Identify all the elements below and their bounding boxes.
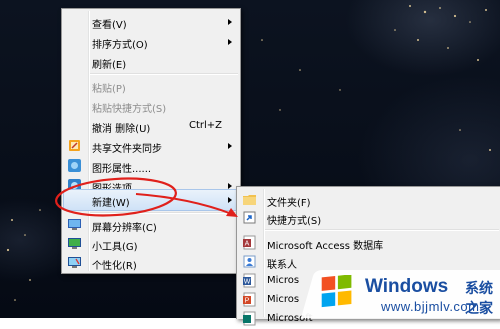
svg-text:W: W: [244, 279, 251, 286]
menu-item-label: 小工具(G): [92, 242, 138, 253]
submenu-item-label: Micros: [267, 275, 300, 286]
desktop-context-menu: 查看(V) 排序方式(O) 刷新(E) 粘贴(P) 粘贴快捷方式(S) 撤消 删…: [61, 8, 241, 274]
submenu-item-label: Microsoft Access 数据库: [267, 241, 384, 252]
powerpoint-icon: P: [243, 292, 256, 307]
windows-logo-icon: [321, 275, 352, 308]
menu-item-label: 新建(W): [92, 198, 130, 209]
contact-icon: [243, 255, 256, 268]
menu-item-label: 查看(V): [92, 20, 127, 31]
menu-item-gadgets[interactable]: 小工具(G): [64, 234, 238, 254]
menu-item-label: 排序方式(O): [92, 40, 148, 51]
menu-separator: [90, 73, 238, 75]
menu-item-label: 屏幕分辨率(C): [92, 223, 157, 234]
menu-item-undo-delete[interactable]: 撤消 删除(U) Ctrl+Z: [64, 116, 238, 136]
svg-text:P: P: [245, 298, 250, 305]
menu-separator: [90, 212, 238, 214]
shortcut-icon: [243, 211, 256, 224]
watermark-brand: Windows: [365, 276, 449, 297]
watermark-logo: Windows 系统之家 www.bjjmlv.com: [301, 268, 500, 318]
menu-item-shortcut: Ctrl+Z: [188, 120, 222, 131]
access-icon: A: [243, 235, 256, 250]
watermark-url: www.bjjmlv.com: [381, 299, 480, 314]
menu-item-screen-resolution[interactable]: 屏幕分辨率(C): [64, 215, 238, 235]
menu-item-sort-by[interactable]: 排序方式(O): [64, 32, 238, 52]
menu-item-label: 图形属性......: [92, 164, 152, 175]
menu-item-view[interactable]: 查看(V): [64, 12, 238, 32]
menu-item-new[interactable]: 新建(W): [63, 189, 239, 211]
menu-item-label: 个性化(R): [92, 261, 137, 272]
graphics-properties-icon: [68, 159, 81, 172]
svg-text:A: A: [245, 241, 250, 248]
screen-resolution-icon: [68, 219, 81, 230]
gadgets-icon: [68, 238, 81, 249]
submenu-arrow-icon: [228, 39, 232, 45]
menu-item-label: 撤消 删除(U): [92, 124, 151, 135]
submenu-item-access-database[interactable]: A Microsoft Access 数据库: [239, 233, 499, 253]
menu-item-personalize[interactable]: 个性化(R): [64, 253, 238, 273]
menu-item-label: 刷新(E): [92, 60, 127, 71]
menu-item-paste-shortcut[interactable]: 粘贴快捷方式(S): [64, 96, 238, 116]
submenu-item-label: Micros: [267, 294, 300, 305]
menu-item-refresh[interactable]: 刷新(E): [64, 52, 238, 72]
menu-item-label: 粘贴快捷方式(S): [92, 104, 167, 115]
submenu-arrow-icon: [228, 197, 232, 203]
word-icon: W: [243, 273, 256, 288]
publisher-icon: [243, 311, 256, 326]
submenu-arrow-icon: [228, 19, 232, 25]
submenu-arrow-icon: [228, 143, 232, 149]
submenu-item-folder[interactable]: 文件夹(F): [239, 190, 499, 210]
personalize-icon: [68, 257, 81, 268]
sync-share-icon: [69, 140, 80, 151]
submenu-item-label: 快捷方式(S): [267, 216, 322, 227]
menu-item-label: 共享文件夹同步: [92, 144, 162, 155]
submenu-item-label: 文件夹(F): [267, 198, 311, 209]
menu-item-shared-folder-sync[interactable]: 共享文件夹同步: [64, 136, 238, 156]
menu-item-label: 粘贴(P): [92, 84, 126, 95]
submenu-item-label: 联系人: [267, 260, 297, 271]
menu-separator: [265, 229, 499, 231]
menu-item-paste[interactable]: 粘贴(P): [64, 76, 238, 96]
folder-icon: [243, 195, 256, 205]
submenu-item-shortcut[interactable]: 快捷方式(S): [239, 208, 499, 228]
menu-item-graphics-properties[interactable]: 图形属性......: [64, 156, 238, 176]
